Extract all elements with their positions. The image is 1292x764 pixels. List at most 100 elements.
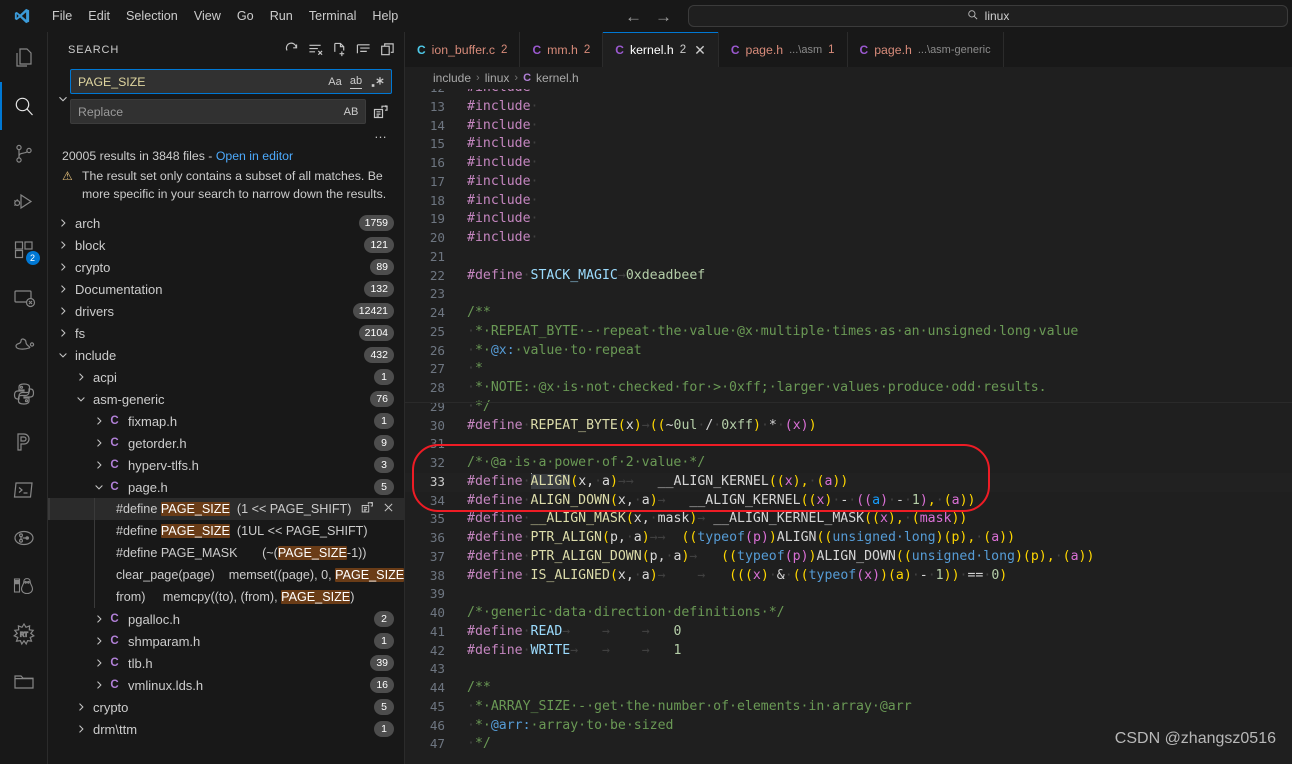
code-line[interactable]: 12#include· <box>405 89 1292 98</box>
replace-match-icon[interactable] <box>361 501 374 517</box>
search-file-row[interactable]: Cgetorder.h 9 <box>48 432 404 454</box>
chevron-right-icon[interactable] <box>56 261 70 273</box>
chevron-down-icon[interactable] <box>56 349 70 361</box>
breadcrumb-kernel-h[interactable]: kernel.h <box>536 71 579 85</box>
open-in-editor-link[interactable]: Open in editor <box>216 149 293 163</box>
search-file-row[interactable]: Cshmparam.h 1 <box>48 630 404 652</box>
code-line[interactable]: 35 #define·__ALIGN_MASK(x,·mask)→ __ALIGN… <box>405 510 1292 529</box>
menu-edit[interactable]: Edit <box>80 6 118 26</box>
breadcrumb-linux[interactable]: linux <box>485 71 510 85</box>
editor-tab-page.h-asm-generic[interactable]: Cpage.h ...\asm-generic <box>847 32 1004 67</box>
activity-explorer[interactable] <box>0 34 48 82</box>
code-line[interactable]: 45 ·*·ARRAY_SIZE·-·get·the·number·of·elem… <box>405 698 1292 717</box>
search-match-row[interactable]: #define PAGE_SIZE (1UL << PAGE_SHIFT) <box>48 520 404 542</box>
chevron-right-icon[interactable] <box>92 613 106 625</box>
code-line[interactable]: 25 ·*·REPEAT_BYTE·-·repeat·the·value·@x·m… <box>405 323 1292 342</box>
match-case-icon[interactable]: Aa <box>325 72 345 92</box>
chevron-right-icon[interactable] <box>56 327 70 339</box>
chevron-right-icon[interactable] <box>56 239 70 251</box>
close-icon[interactable]: ✕ <box>694 43 706 57</box>
menu-go[interactable]: Go <box>229 6 262 26</box>
search-folder-row[interactable]: crypto 89 <box>48 256 404 278</box>
code-line[interactable]: 31 <box>405 435 1292 454</box>
match-whole-word-icon[interactable]: ab <box>346 72 366 92</box>
code-line[interactable]: 37 #define·PTR_ALIGN_DOWN(p,·a)→ ((typeof… <box>405 548 1292 567</box>
code-line[interactable]: 38 #define·IS_ALIGNED(x,·a)→ → (((x)·&·((… <box>405 567 1292 586</box>
search-file-row[interactable]: Cvmlinux.lds.h 16 <box>48 674 404 696</box>
code-viewport[interactable]: 12#include·13#include·14#include·15#incl… <box>405 89 1292 764</box>
chevron-right-icon[interactable] <box>92 657 106 669</box>
code-line[interactable]: 13 #include· <box>405 98 1292 117</box>
activity-python[interactable] <box>0 370 48 418</box>
chevron-right-icon[interactable] <box>56 217 70 229</box>
search-folder-row[interactable]: asm-generic 76 <box>48 388 404 410</box>
code-line[interactable]: 36 #define·PTR_ALIGN(p,·a)→→ ((typeof(p))… <box>405 529 1292 548</box>
search-results-tree[interactable]: arch 1759 block 121 crypto 89 Documentation 132… <box>48 207 404 764</box>
search-file-row[interactable]: Cfixmap.h 1 <box>48 410 404 432</box>
code-line[interactable]: 39 <box>405 585 1292 604</box>
chevron-right-icon[interactable] <box>92 459 106 471</box>
search-match-row[interactable]: clear_page(page) memset((page), 0, PAGE_… <box>48 564 404 586</box>
code-line[interactable]: 24 /** <box>405 304 1292 323</box>
code-line[interactable]: 16 #include· <box>405 154 1292 173</box>
menu-run[interactable]: Run <box>262 6 301 26</box>
code-line[interactable]: 27 ·* <box>405 360 1292 379</box>
search-folder-row[interactable]: fs 2104 <box>48 322 404 344</box>
chevron-right-icon[interactable] <box>92 635 106 647</box>
toggle-replace-button[interactable] <box>56 69 70 129</box>
code-line[interactable]: 30 #define·REPEAT_BYTE(x)→((~0ul·/·0xff)·… <box>405 417 1292 436</box>
search-folder-row[interactable]: crypto 5 <box>48 696 404 718</box>
search-file-row[interactable]: Cpage.h 5 <box>48 476 404 498</box>
search-folder-row[interactable]: drivers 12421 <box>48 300 404 322</box>
code-line[interactable]: 22 #define·STACK_MAGIC→0xdeadbeef <box>405 267 1292 286</box>
activity-rt-thread[interactable]: RT <box>0 610 48 658</box>
code-line[interactable]: 43 <box>405 660 1292 679</box>
activity-source-control[interactable] <box>0 130 48 178</box>
clear-all-icon[interactable] <box>304 39 326 61</box>
search-folder-row[interactable]: Documentation 132 <box>48 278 404 300</box>
code-line[interactable]: 28 ·*·NOTE:·@x·is·not·checked·for·>·0xff;… <box>405 379 1292 398</box>
code-line[interactable]: 21 <box>405 248 1292 267</box>
menu-file[interactable]: File <box>44 6 80 26</box>
chevron-right-icon[interactable] <box>74 371 88 383</box>
activity-testing[interactable] <box>0 322 48 370</box>
code-line[interactable]: 42 #define·WRITE→ → → 1 <box>405 642 1292 661</box>
activity-extensions[interactable]: 2 <box>0 226 48 274</box>
chevron-right-icon[interactable] <box>74 723 88 735</box>
code-line[interactable]: 33 #define·ALIGN(x,·a)→→ __ALIGN_KERNEL((… <box>405 472 1292 492</box>
code-line[interactable]: 40 /*·generic·data·direction·definitions·… <box>405 604 1292 623</box>
activity-folder-view[interactable] <box>0 658 48 706</box>
refresh-icon[interactable] <box>280 39 302 61</box>
code-line[interactable]: 19 #include· <box>405 210 1292 229</box>
dismiss-match-icon[interactable] <box>382 501 395 517</box>
search-match-row[interactable]: #define PAGE_SIZE (1 << PAGE_SHIFT) <box>48 498 404 520</box>
code-line[interactable]: 26 ·*·@x:·value·to·repeat <box>405 342 1292 361</box>
code-line[interactable]: 29 ·*/ <box>405 398 1292 417</box>
search-match-row[interactable]: from) memcpy((to), (from), PAGE_SIZE) <box>48 586 404 608</box>
chevron-right-icon[interactable] <box>92 437 106 449</box>
activity-terminal[interactable] <box>0 466 48 514</box>
chevron-right-icon[interactable] <box>92 415 106 427</box>
code-line[interactable]: 34 #define·ALIGN_DOWN(x,·a)→ __ALIGN_KERN… <box>405 492 1292 511</box>
command-center[interactable]: linux <box>688 5 1288 27</box>
search-input[interactable]: PAGE_SIZE Aa ab <box>70 69 392 94</box>
editor-tab-page.h-asm[interactable]: Cpage.h ...\asm 1 <box>718 32 848 67</box>
code-line[interactable]: 41 #define·READ→ → → 0 <box>405 623 1292 642</box>
collapse-all-icon[interactable] <box>376 39 398 61</box>
use-regex-icon[interactable] <box>367 72 387 92</box>
code-line[interactable]: 14 #include· <box>405 117 1292 136</box>
replace-input[interactable]: Replace AB <box>70 99 366 124</box>
search-folder-row[interactable]: drm\ttm 1 <box>48 718 404 740</box>
code-line[interactable]: 15 #include· <box>405 135 1292 154</box>
search-file-row[interactable]: Cpgalloc.h 2 <box>48 608 404 630</box>
search-file-row[interactable]: Ctlb.h 39 <box>48 652 404 674</box>
search-folder-row[interactable]: block 121 <box>48 234 404 256</box>
chevron-down-icon[interactable] <box>92 481 106 493</box>
code-line[interactable]: 20 #include· <box>405 229 1292 248</box>
chevron-down-icon[interactable] <box>74 393 88 405</box>
activity-search[interactable] <box>0 82 48 130</box>
preserve-case-icon[interactable]: AB <box>341 102 361 122</box>
chevron-right-icon[interactable] <box>56 283 70 295</box>
code-line[interactable]: 18 #include· <box>405 192 1292 211</box>
code-line[interactable]: 23 <box>405 285 1292 304</box>
